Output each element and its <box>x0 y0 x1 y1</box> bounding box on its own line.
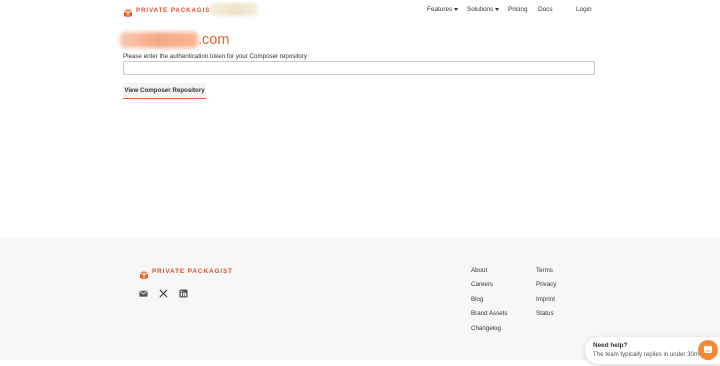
nav-docs-label: Docs <box>538 6 553 13</box>
chat-launcher-button[interactable] <box>698 340 718 360</box>
caret-down-icon <box>454 8 459 11</box>
x-icon[interactable] <box>159 285 169 298</box>
page-title: .com <box>120 31 229 49</box>
nav-solutions[interactable]: Solutions <box>467 6 500 13</box>
footer-link-blog[interactable]: Blog <box>471 296 483 303</box>
nav-features[interactable]: Features <box>427 6 459 13</box>
logo-text: PRIVATE PACKAGIST <box>136 6 215 14</box>
footer-link-brand-assets[interactable]: Brand Assets <box>471 310 507 317</box>
nav-features-label: Features <box>427 6 453 13</box>
footer-logo[interactable]: PRIVATE PACKAGIST <box>139 267 233 279</box>
view-composer-repository-button[interactable]: View Composer Repository <box>123 83 206 99</box>
chat-subtitle: The team typically replies in under 30m <box>593 351 700 358</box>
mail-icon[interactable] <box>139 285 149 297</box>
footer-link-about[interactable]: About <box>471 267 487 274</box>
site-header: PRIVATE PACKAGIST Features Solutions Pri… <box>0 0 720 20</box>
nav-solutions-label: Solutions <box>467 6 494 13</box>
footer-link-changelog[interactable]: Changelog <box>471 325 501 332</box>
redacted-organization-name <box>210 3 258 16</box>
footer-logo-text: PRIVATE PACKAGIST <box>152 268 233 275</box>
nav-pricing-label: Pricing <box>508 6 528 13</box>
linkedin-icon[interactable] <box>179 285 189 298</box>
nav-docs[interactable]: Docs <box>538 6 553 13</box>
footer-link-imprint[interactable]: Imprint <box>536 296 555 303</box>
nav-login[interactable]: Login <box>576 6 592 13</box>
caret-down-icon <box>495 8 500 11</box>
token-label: Please enter the authentication token fo… <box>123 53 308 60</box>
chat-title: Need help? <box>593 342 628 349</box>
nav-login-label: Login <box>576 6 592 13</box>
chat-bubble-icon <box>704 346 712 353</box>
footer-link-terms[interactable]: Terms <box>536 267 553 274</box>
packagist-logo-icon <box>123 5 133 18</box>
redacted-domain-name <box>120 32 198 48</box>
footer-link-privacy[interactable]: Privacy <box>536 281 556 288</box>
footer-link-careers[interactable]: Careers <box>471 281 493 288</box>
token-input[interactable] <box>123 61 595 75</box>
logo[interactable]: PRIVATE PACKAGIST <box>123 5 215 18</box>
packagist-logo-icon <box>139 267 149 279</box>
footer-link-status[interactable]: Status <box>536 310 554 317</box>
nav-pricing[interactable]: Pricing <box>508 6 528 13</box>
domain-suffix: .com <box>198 32 230 48</box>
